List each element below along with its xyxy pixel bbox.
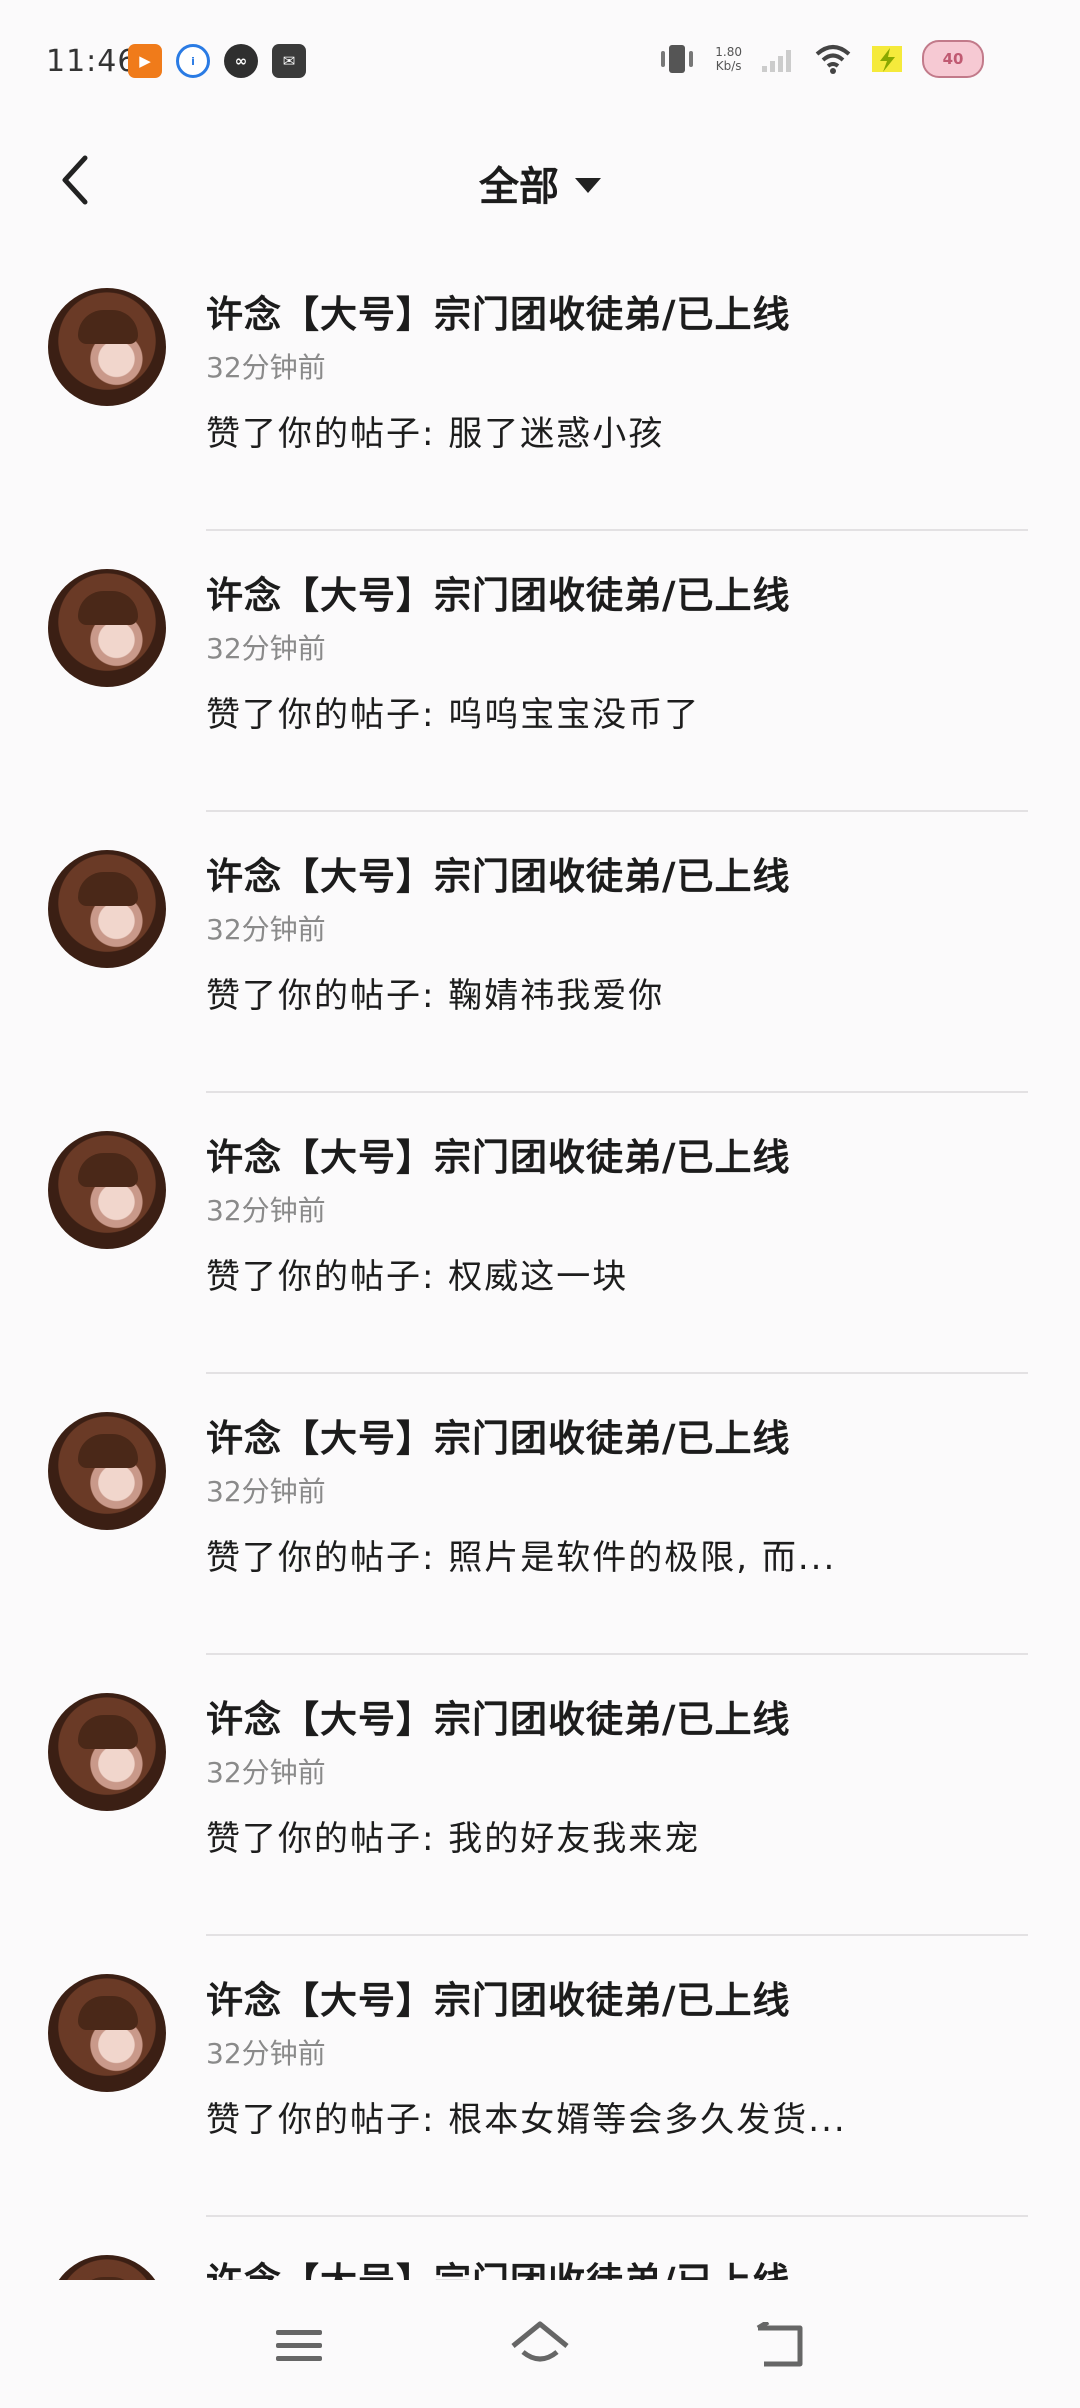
status-time: 11:46 [46, 44, 138, 79]
status-app-icons: ▶ i ∞ ✉ [128, 44, 306, 78]
avatar[interactable] [48, 1693, 166, 1811]
user-name[interactable]: 许念【大号】宗门团收徒弟/已上线 [206, 284, 791, 338]
status-bar: 11:46 ▶ i ∞ ✉ 1.80 Kb/s 40 [0, 0, 1080, 120]
vibrate-icon [661, 45, 694, 73]
timestamp: 32分钟前 [206, 351, 326, 384]
network-speed: 1.80 Kb/s [715, 45, 742, 73]
home-button[interactable] [505, 2316, 575, 2376]
user-name[interactable]: 许念【大号】宗门团收徒弟/已上线 [206, 1408, 791, 1462]
timestamp: 32分钟前 [206, 632, 326, 665]
list-item[interactable]: 许念【大号】宗门团收徒弟/已上线 32分钟前 赞了你的帖子: 鞠婧祎我爱你 [0, 812, 1080, 1093]
back-nav-button[interactable] [745, 2316, 815, 2376]
user-name[interactable]: 许念【大号】宗门团收徒弟/已上线 [206, 2251, 791, 2280]
user-name[interactable]: 许念【大号】宗门团收徒弟/已上线 [206, 565, 791, 619]
notification-message: 赞了你的帖子: 根本女婿等会多久发货... [206, 2100, 847, 2140]
wifi-icon [815, 45, 851, 74]
list-item[interactable]: 许念【大号】宗门团收徒弟/已上线 32分钟前 赞了你的帖子: 呜呜宝宝没币了 [0, 531, 1080, 812]
notification-message: 赞了你的帖子: 我的好友我来宠 [206, 1819, 701, 1859]
timestamp: 32分钟前 [206, 1475, 326, 1508]
home-icon [511, 2321, 569, 2362]
list-item[interactable]: 许念【大号】宗门团收徒弟/已上线 32分钟前 赞了你的帖子: 权威这一块 [0, 1093, 1080, 1374]
charging-icon [872, 46, 902, 72]
return-icon [756, 2322, 803, 2367]
user-name[interactable]: 许念【大号】宗门团收徒弟/已上线 [206, 846, 791, 900]
cell-signal-icon [762, 50, 791, 72]
avatar[interactable] [48, 569, 166, 687]
link-app-icon: ∞ [224, 44, 258, 78]
menu-icon [276, 2330, 322, 2361]
list-item[interactable]: 许念【大号】宗门团收徒弟/已上线 32分钟前 赞了你的帖子: 服了迷惑小孩 [0, 250, 1080, 531]
menu-button[interactable] [264, 2316, 334, 2376]
avatar[interactable] [48, 1974, 166, 2092]
timestamp: 32分钟前 [206, 913, 326, 946]
list-item[interactable]: 许念【大号】宗门团收徒弟/已上线 [0, 2217, 1080, 2280]
list-item[interactable]: 许念【大号】宗门团收徒弟/已上线 32分钟前 赞了你的帖子: 我的好友我来宠 [0, 1655, 1080, 1936]
avatar[interactable] [48, 1412, 166, 1530]
user-name[interactable]: 许念【大号】宗门团收徒弟/已上线 [206, 1127, 791, 1181]
list-item[interactable]: 许念【大号】宗门团收徒弟/已上线 32分钟前 赞了你的帖子: 根本女婿等会多久发… [0, 1936, 1080, 2217]
list-item[interactable]: 许念【大号】宗门团收徒弟/已上线 32分钟前 赞了你的帖子: 照片是软件的极限,… [0, 1374, 1080, 1655]
notification-message: 赞了你的帖子: 呜呜宝宝没币了 [206, 695, 701, 735]
mail-app-icon: ✉ [272, 44, 306, 78]
notification-list: 许念【大号】宗门团收徒弟/已上线 32分钟前 赞了你的帖子: 服了迷惑小孩 许念… [0, 250, 1080, 2280]
page-header: 全部 [0, 120, 1080, 240]
timestamp: 32分钟前 [206, 2037, 326, 2070]
filter-dropdown[interactable]: 全部 [0, 154, 1080, 212]
battery-indicator: 40 [922, 40, 984, 78]
video-app-icon: ▶ [128, 44, 162, 78]
timestamp: 32分钟前 [206, 1194, 326, 1227]
user-name[interactable]: 许念【大号】宗门团收徒弟/已上线 [206, 1689, 791, 1743]
system-nav-bar [0, 2290, 1080, 2408]
avatar[interactable] [48, 288, 166, 406]
status-indicators: 1.80 Kb/s 40 [657, 40, 984, 78]
notification-message: 赞了你的帖子: 权威这一块 [206, 1257, 629, 1297]
timestamp: 32分钟前 [206, 1756, 326, 1789]
avatar[interactable] [48, 850, 166, 968]
notification-message: 赞了你的帖子: 鞠婧祎我爱你 [206, 976, 665, 1016]
notification-message: 赞了你的帖子: 服了迷惑小孩 [206, 414, 665, 454]
ifly-app-icon: i [176, 44, 210, 78]
page-title: 全部 [479, 164, 559, 210]
avatar[interactable] [48, 1131, 166, 1249]
caret-down-icon [575, 177, 601, 193]
avatar[interactable] [48, 2255, 166, 2280]
user-name[interactable]: 许念【大号】宗门团收徒弟/已上线 [206, 1970, 791, 2024]
notification-message: 赞了你的帖子: 照片是软件的极限, 而... [206, 1538, 837, 1578]
